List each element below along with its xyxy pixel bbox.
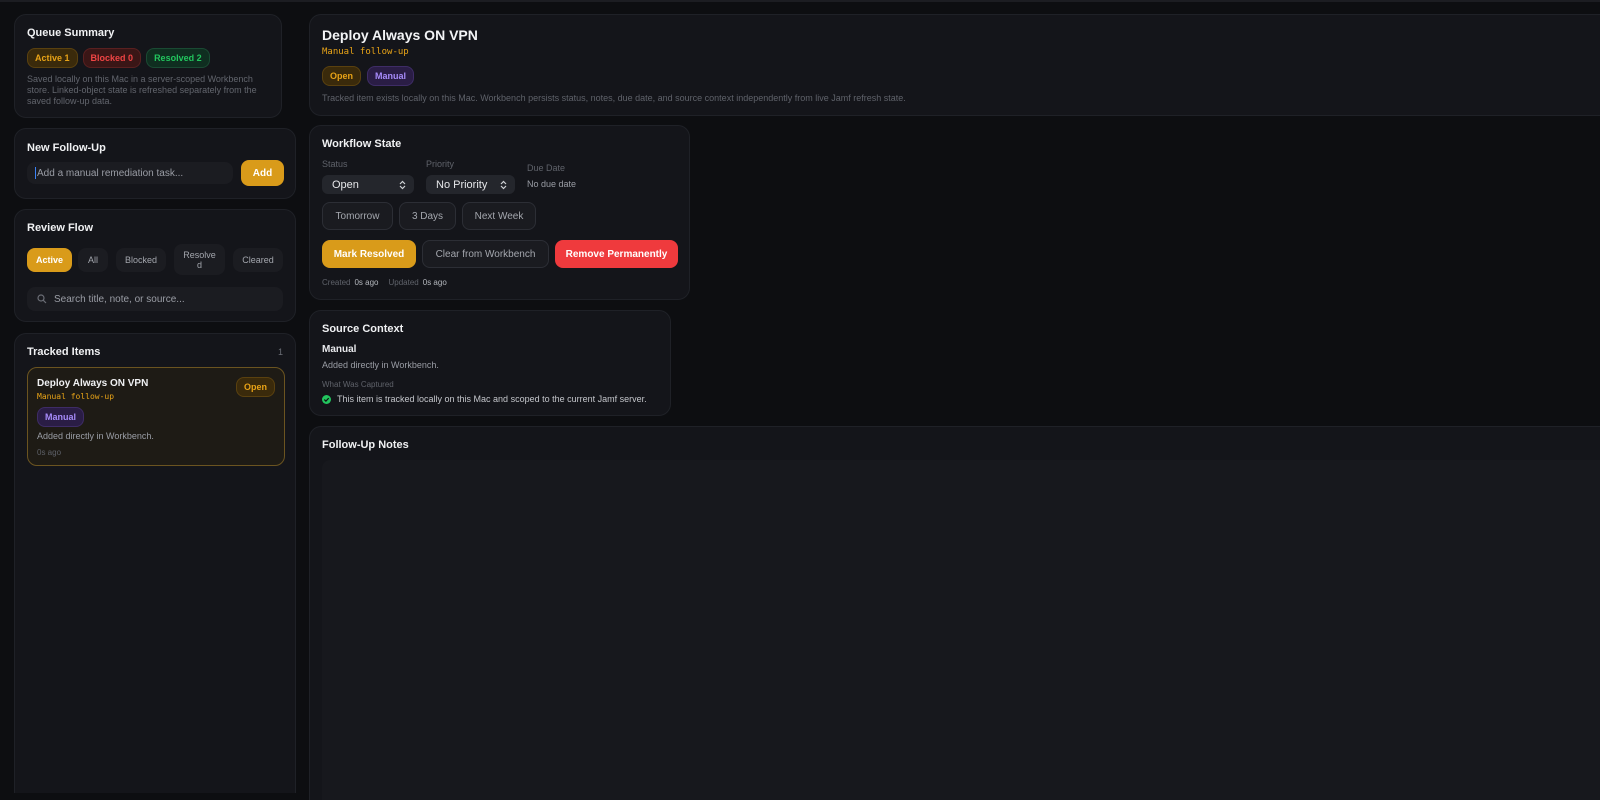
- tracked-item-subtitle: Manual follow-up: [37, 392, 115, 401]
- captured-text: This item is tracked locally on this Mac…: [337, 394, 647, 404]
- priority-select[interactable]: No Priority: [426, 175, 515, 194]
- source-context-title: Source Context: [322, 323, 404, 335]
- text-cursor: [35, 167, 36, 179]
- tab-cleared[interactable]: Cleared: [233, 248, 283, 272]
- tracked-items-title: Tracked Items: [27, 346, 101, 358]
- detail-description: Tracked item exists locally on this Mac.…: [322, 93, 906, 103]
- detail-title: Deploy Always ON VPN: [322, 27, 478, 43]
- followup-notes-card: Follow-Up Notes: [309, 426, 1600, 800]
- queue-summary-title: Queue Summary: [27, 27, 115, 39]
- created-label: Created: [322, 278, 351, 287]
- source-context-card: Source Context Manual Added directly in …: [309, 310, 671, 416]
- tab-all[interactable]: All: [78, 248, 108, 272]
- status-label: Status: [322, 159, 348, 169]
- due-3-days-button[interactable]: 3 Days: [399, 202, 456, 230]
- tracked-item-tag-badge: Manual: [37, 407, 85, 427]
- blocked-count-badge: Blocked 0: [82, 48, 142, 68]
- detail-status-badge: Open: [322, 66, 362, 86]
- created-value: 0s ago: [354, 278, 379, 287]
- due-date-value[interactable]: No due date: [527, 179, 576, 189]
- active-count-badge: Active 1: [27, 48, 78, 68]
- due-date-label: Due Date: [527, 163, 566, 173]
- tracked-item-status-badge: Open: [235, 377, 275, 397]
- remove-permanently-button[interactable]: Remove Permanently: [555, 240, 678, 268]
- tracked-item-description: Added directly in Workbench.: [37, 431, 154, 441]
- detail-header-card: Deploy Always ON VPN Manual follow-up Op…: [309, 14, 1600, 116]
- tab-active[interactable]: Active: [27, 248, 72, 272]
- search-icon: [37, 294, 47, 304]
- tracked-item-time: 0s ago: [37, 448, 62, 457]
- source-kind: Manual: [322, 344, 357, 355]
- resolved-count-badge: Resolved 2: [146, 48, 210, 68]
- tracked-items-card: Tracked Items 1 Deploy Always ON VPN Man…: [14, 333, 296, 793]
- search-input[interactable]: Search title, note, or source...: [27, 287, 283, 311]
- review-flow-title: Review Flow: [27, 222, 94, 234]
- captured-label: What Was Captured: [322, 380, 394, 389]
- tracked-item-title: Deploy Always ON VPN: [37, 378, 149, 389]
- add-button[interactable]: Add: [241, 160, 284, 186]
- due-next-week-button[interactable]: Next Week: [462, 202, 536, 230]
- tab-blocked[interactable]: Blocked: [116, 248, 166, 272]
- updated-value: 0s ago: [422, 278, 447, 287]
- new-followup-title: New Follow-Up: [27, 142, 106, 154]
- status-select-value: Open: [332, 178, 359, 191]
- mark-resolved-button[interactable]: Mark Resolved: [322, 240, 416, 268]
- updown-chevron-icon: [399, 180, 406, 189]
- workflow-state-title: Workflow State: [322, 138, 402, 150]
- detail-subtitle: Manual follow-up: [322, 47, 409, 57]
- tab-resolved[interactable]: Resolve d: [174, 244, 225, 275]
- followup-input[interactable]: Add a manual remediation task...: [27, 162, 233, 184]
- priority-label: Priority: [426, 159, 455, 169]
- followup-notes-textarea[interactable]: [322, 460, 1600, 800]
- followup-notes-title: Follow-Up Notes: [322, 439, 409, 451]
- tracked-item[interactable]: Deploy Always ON VPN Manual follow-up Op…: [27, 367, 285, 466]
- check-circle-icon: [322, 394, 331, 404]
- followup-input-placeholder: Add a manual remediation task...: [37, 167, 184, 179]
- tracked-items-count: 1: [277, 347, 283, 357]
- review-flow-card: Review Flow Active All Blocked Resolve d…: [14, 209, 296, 322]
- status-select[interactable]: Open: [322, 175, 414, 194]
- due-tomorrow-button[interactable]: Tomorrow: [322, 202, 393, 230]
- window-top-border: [0, 0, 1600, 2]
- new-followup-card: New Follow-Up Add a manual remediation t…: [14, 128, 296, 199]
- queue-summary-card: Queue Summary Active 1 Blocked 0 Resolve…: [14, 14, 282, 118]
- queue-summary-description: Saved locally on this Mac in a server-sc…: [27, 74, 257, 106]
- clear-from-workbench-button[interactable]: Clear from Workbench: [422, 240, 549, 268]
- updated-label: Updated: [388, 278, 419, 287]
- priority-select-value: No Priority: [436, 178, 488, 191]
- updown-chevron-icon: [500, 180, 507, 189]
- detail-tag-badge: Manual: [367, 66, 415, 86]
- timestamps-row: Created 0s ago Updated 0s ago: [322, 278, 447, 287]
- source-kind-description: Added directly in Workbench.: [322, 360, 439, 370]
- workflow-state-card: Workflow State Status Open Priority No P…: [309, 125, 690, 300]
- search-placeholder: Search title, note, or source...: [54, 293, 185, 305]
